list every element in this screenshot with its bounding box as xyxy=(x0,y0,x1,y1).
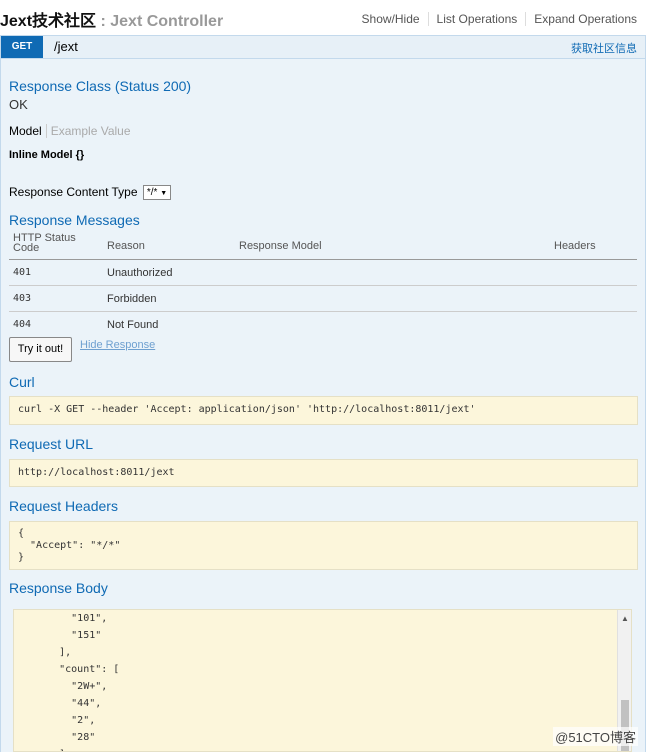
reason: Unauthorized xyxy=(107,267,173,279)
expand-operations-link[interactable]: Expand Operations xyxy=(525,12,637,26)
reason: Not Found xyxy=(107,319,159,331)
table-row: 404 Not Found xyxy=(9,312,637,338)
table-header: HTTP Status Code Reason Response Model H… xyxy=(9,233,637,260)
response-body-heading: Response Body xyxy=(9,580,108,596)
content-type-select[interactable]: */* ▼ xyxy=(142,185,172,201)
table-row: 401 Unauthorized xyxy=(9,260,637,286)
tab-model[interactable]: Model xyxy=(9,124,42,138)
curl-command: curl -X GET --header 'Accept: applicatio… xyxy=(18,404,476,415)
content-type-label: Response Content Type xyxy=(9,185,138,199)
watermark: @51CTO博客 xyxy=(553,727,638,746)
hide-response-link[interactable]: Hide Response xyxy=(80,339,155,351)
request-url: http://localhost:8011/jext xyxy=(18,467,175,478)
table-row: 403 Forbidden xyxy=(9,286,637,312)
resource-header: Jext技术社区 : Jext Controller Show/Hide Lis… xyxy=(0,0,646,34)
content-type-value: */* xyxy=(146,187,158,199)
response-messages-table: HTTP Status Code Reason Response Model H… xyxy=(9,233,637,338)
inline-model: Inline Model {} xyxy=(9,149,85,161)
request-url-box[interactable]: http://localhost:8011/jext xyxy=(9,459,638,487)
response-body-box[interactable]: "101", "151" ], "count": [ "2W+", "44", … xyxy=(13,609,632,752)
col-status-code: HTTP Status Code xyxy=(13,232,76,254)
title-prefix: Jext技术社区 xyxy=(0,13,97,30)
arrow-up-icon[interactable]: ▲ xyxy=(621,614,629,623)
show-hide-link[interactable]: Show/Hide xyxy=(354,12,428,26)
title-controller: Jext Controller xyxy=(110,13,224,30)
col-reason: Reason xyxy=(107,240,145,252)
request-headers-body: { "Accept": "*/*" } xyxy=(18,528,121,563)
chevron-down-icon: ▼ xyxy=(160,190,168,198)
content-type-row: Response Content Type */* ▼ xyxy=(9,185,172,201)
response-messages-heading: Response Messages xyxy=(9,212,140,228)
status-code: 403 xyxy=(13,293,32,304)
response-status-text: OK xyxy=(9,97,28,112)
status-code: 401 xyxy=(13,267,32,278)
resource-title[interactable]: Jext技术社区 : Jext Controller xyxy=(0,7,223,31)
curl-box[interactable]: curl -X GET --header 'Accept: applicatio… xyxy=(9,396,638,425)
reason: Forbidden xyxy=(107,293,157,305)
operation-path[interactable]: /jext xyxy=(54,39,78,54)
request-headers-heading: Request Headers xyxy=(9,498,118,514)
col-headers: Headers xyxy=(554,240,596,252)
try-it-out-button[interactable]: Try it out! xyxy=(9,337,72,362)
resource-links: Show/Hide List Operations Expand Operati… xyxy=(354,12,637,26)
curl-heading: Curl xyxy=(9,374,35,390)
title-sep: : xyxy=(96,13,111,30)
tab-example-value[interactable]: Example Value xyxy=(51,124,131,138)
col-response-model: Response Model xyxy=(239,240,322,252)
status-code: 404 xyxy=(13,319,32,330)
operation-bar[interactable]: GET /jext 获取社区信息 xyxy=(0,35,646,59)
http-method-badge[interactable]: GET xyxy=(1,36,43,58)
response-class-heading: Response Class (Status 200) xyxy=(9,78,192,94)
operation-content: Response Class (Status 200) OK Model Exam… xyxy=(0,59,646,752)
response-body-text: "101", "151" ], "count": [ "2W+", "44", … xyxy=(59,613,120,751)
model-tabs: Model Example Value xyxy=(9,124,131,138)
operation-summary[interactable]: 获取社区信息 xyxy=(571,40,637,56)
request-url-heading: Request URL xyxy=(9,436,94,452)
request-headers-box[interactable]: { "Accept": "*/*" } xyxy=(9,521,638,570)
list-operations-link[interactable]: List Operations xyxy=(427,12,526,26)
